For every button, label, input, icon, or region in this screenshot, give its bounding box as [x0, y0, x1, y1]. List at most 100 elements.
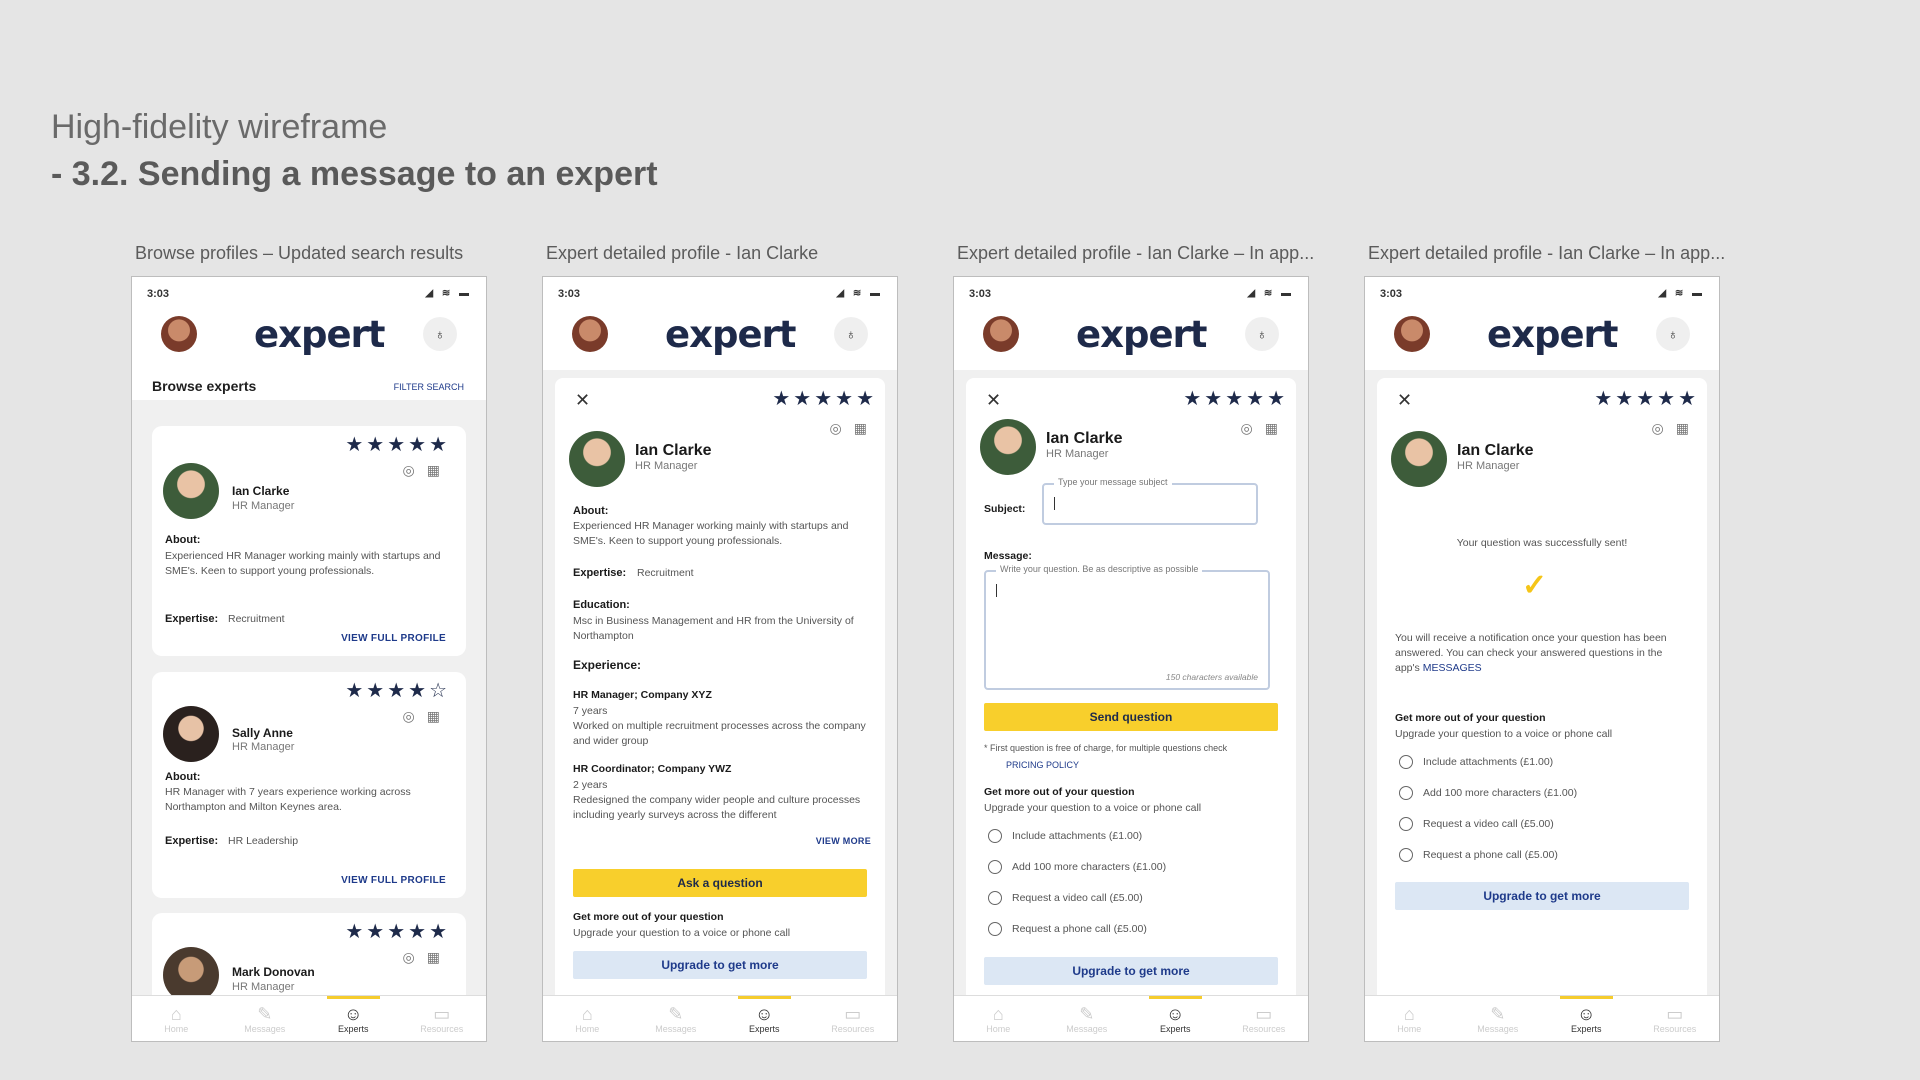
expert-card[interactable]: ★★★★★ ◎▦ Ian Clarke HR Manager About: Ex…: [152, 426, 466, 656]
view-more-link[interactable]: VIEW MORE: [816, 836, 871, 846]
expertise-value: Recruitment: [637, 567, 694, 579]
user-avatar[interactable]: [572, 316, 608, 352]
location-icon[interactable]: ◎: [1652, 420, 1676, 436]
expertise-label: Expertise:: [165, 835, 219, 847]
calendar-icon[interactable]: ▦: [427, 462, 452, 478]
nav-home[interactable]: ⌂ Home: [132, 996, 221, 1041]
radio-circle[interactable]: [1399, 755, 1413, 769]
nav-resources[interactable]: ▭ Resources: [1220, 996, 1309, 1041]
option-label: Add 100 more characters (£1.00): [1423, 787, 1578, 799]
expert-name: Ian Clarke: [635, 442, 712, 459]
free-question-note: * First question is free of charge, for …: [984, 743, 1228, 753]
option-video-call[interactable]: Request a video call (£5.00): [988, 891, 1143, 905]
user-avatar[interactable]: [983, 316, 1019, 352]
radio-circle[interactable]: [988, 829, 1002, 843]
upgrade-button[interactable]: Upgrade to get more: [1395, 882, 1689, 910]
upgrade-button[interactable]: Upgrade to get more: [573, 951, 867, 979]
calendar-icon[interactable]: ▦: [1676, 420, 1701, 436]
message-label: Message:: [984, 550, 1032, 562]
location-icon[interactable]: ◎: [830, 420, 854, 436]
card-icons: ◎▦: [403, 462, 452, 479]
radio-circle[interactable]: [1399, 817, 1413, 831]
close-icon[interactable]: ✕: [1397, 390, 1412, 411]
option-phone-call[interactable]: Request a phone call (£5.00): [1399, 848, 1558, 862]
calendar-icon[interactable]: ▦: [1265, 420, 1290, 436]
nav-home[interactable]: ⌂ Home: [954, 996, 1043, 1041]
radio-circle[interactable]: [1399, 786, 1413, 800]
location-icon[interactable]: ◎: [403, 949, 427, 965]
option-attachments[interactable]: Include attachments (£1.00): [1399, 755, 1553, 769]
nav-messages[interactable]: ✎ Messages: [1454, 996, 1543, 1041]
send-question-button[interactable]: Send question: [984, 703, 1278, 731]
nav-experts[interactable]: ☺ Experts: [720, 996, 809, 1041]
expert-role: HR Manager: [232, 500, 295, 512]
nav-experts[interactable]: ☺ Experts: [309, 996, 398, 1041]
notification-bell-icon[interactable]: ♁: [1245, 317, 1279, 351]
card-icons: ◎▦: [1652, 420, 1701, 437]
nav-experts[interactable]: ☺ Experts: [1542, 996, 1631, 1041]
upgrade-button[interactable]: Upgrade to get more: [984, 957, 1278, 985]
phone-question-form: 3:03 ◢ ≋ ▬ expert ♁ ✕ ★★★★★ ◎▦ Ian Clarke…: [953, 276, 1309, 1042]
phone-expert-profile: 3:03 ◢ ≋ ▬ expert ♁ ✕ ★★★★★ ◎▦ Ian Clarke…: [542, 276, 898, 1042]
nav-resources[interactable]: ▭ Resources: [1631, 996, 1720, 1041]
notification-bell-icon[interactable]: ♁: [834, 317, 868, 351]
top-bar: expert ♁: [543, 313, 897, 369]
nav-messages[interactable]: ✎ Messages: [1043, 996, 1132, 1041]
notification-bell-icon[interactable]: ♁: [423, 317, 457, 351]
location-icon[interactable]: ◎: [1241, 420, 1265, 436]
option-more-characters[interactable]: Add 100 more characters (£1.00): [988, 860, 1166, 874]
expertise-label: Expertise:: [573, 567, 627, 579]
nav-label: Resources: [831, 1023, 875, 1034]
calendar-icon[interactable]: ▦: [427, 708, 452, 724]
ask-question-button[interactable]: Ask a question: [573, 869, 867, 897]
option-label: Include attachments (£1.00): [1423, 756, 1554, 768]
message-textarea[interactable]: Write your question. Be as descriptive a…: [984, 564, 1270, 690]
notification-bell-icon[interactable]: ♁: [1656, 317, 1690, 351]
status-bar: 3:03 ◢ ≋ ▬: [969, 288, 1294, 300]
view-full-profile-link[interactable]: VIEW FULL PROFILE: [341, 875, 446, 886]
expert-name: Ian Clarke: [1046, 430, 1123, 447]
radio-circle[interactable]: [1399, 848, 1413, 862]
pricing-policy-link[interactable]: PRICING POLICY: [1006, 758, 1079, 773]
nav-resources[interactable]: ▭ Resources: [398, 996, 487, 1041]
nav-messages[interactable]: ✎ Messages: [221, 996, 310, 1041]
filter-search-link[interactable]: FILTER SEARCH: [394, 382, 464, 392]
status-icons: ◢ ≋ ▬: [1658, 288, 1705, 299]
expert-card[interactable]: ★★★★☆ ◎▦ Sally Anne HR Manager About: HR…: [152, 672, 466, 898]
messages-link[interactable]: MESSAGES: [1423, 662, 1482, 674]
location-icon[interactable]: ◎: [403, 708, 427, 724]
job-years: 2 years: [573, 779, 608, 791]
nav-home[interactable]: ⌂ Home: [1365, 996, 1454, 1041]
calendar-icon[interactable]: ▦: [854, 420, 879, 436]
subject-placeholder: Type your message subject: [1054, 477, 1172, 487]
location-icon[interactable]: ◎: [403, 462, 427, 478]
radio-circle[interactable]: [988, 860, 1002, 874]
view-full-profile-link[interactable]: VIEW FULL PROFILE: [341, 633, 446, 644]
expert-photo: [569, 431, 625, 487]
close-icon[interactable]: ✕: [986, 390, 1001, 411]
nav-resources[interactable]: ▭ Resources: [809, 996, 898, 1041]
expert-name: Sally Anne: [232, 726, 293, 740]
bottom-nav: ⌂ Home ✎ Messages ☺ Experts ▭ Resources: [543, 995, 897, 1041]
expert-role: HR Manager: [232, 981, 295, 993]
calendar-icon[interactable]: ▦: [427, 949, 452, 965]
nav-home[interactable]: ⌂ Home: [543, 996, 632, 1041]
nav-messages[interactable]: ✎ Messages: [632, 996, 721, 1041]
radio-circle[interactable]: [988, 922, 1002, 936]
option-phone-call[interactable]: Request a phone call (£5.00): [988, 922, 1147, 936]
user-avatar[interactable]: [161, 316, 197, 352]
home-icon: ⌂: [581, 1003, 593, 1024]
job-title: HR Coordinator; Company YWZ: [573, 763, 732, 775]
subject-input[interactable]: Type your message subject: [1042, 477, 1258, 525]
option-more-characters[interactable]: Add 100 more characters (£1.00): [1399, 786, 1577, 800]
option-video-call[interactable]: Request a video call (£5.00): [1399, 817, 1554, 831]
card-icons: ◎▦: [1241, 420, 1290, 437]
expert-card[interactable]: ★★★★★ ◎▦ Mark Donovan HR Manager: [152, 913, 466, 995]
nav-experts[interactable]: ☺ Experts: [1131, 996, 1220, 1041]
logo-text: expert: [1076, 313, 1207, 356]
user-avatar[interactable]: [1394, 316, 1430, 352]
radio-circle[interactable]: [988, 891, 1002, 905]
about-text: HR Manager with 7 years experience worki…: [165, 786, 411, 813]
close-icon[interactable]: ✕: [575, 390, 590, 411]
option-attachments[interactable]: Include attachments (£1.00): [988, 829, 1142, 843]
